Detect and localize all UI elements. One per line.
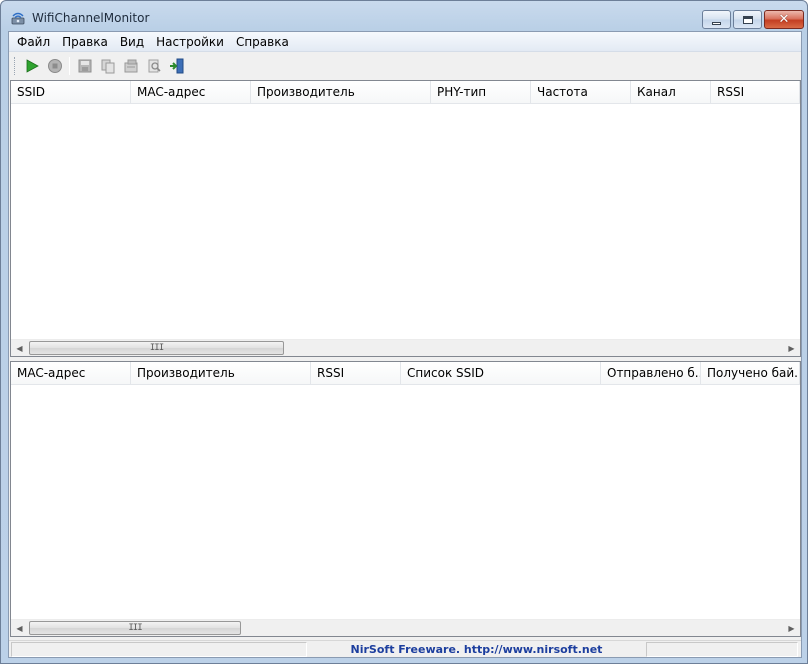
toolbar-grip[interactable] (14, 57, 17, 75)
exit-icon (169, 58, 183, 74)
scroll-thumb[interactable]: III (29, 621, 241, 635)
properties-button[interactable] (119, 55, 142, 77)
scroll-left-arrow-icon[interactable]: ◀ (11, 620, 28, 636)
toolbar-separator (69, 57, 70, 75)
exit-button[interactable] (165, 55, 188, 77)
status-cell (11, 642, 307, 657)
scroll-grip: III (149, 343, 164, 353)
save-icon (78, 59, 91, 73)
maximize-icon (742, 15, 753, 24)
status-bar: NirSoft Freeware. http://www.nirsoft.net (9, 640, 801, 657)
scroll-right-arrow-icon[interactable]: ▶ (783, 340, 800, 356)
toolbar (9, 53, 801, 79)
column-vendor[interactable]: Производитель (251, 81, 431, 103)
nirsoft-link[interactable]: NirSoft Freeware. http://www.nirsoft.net (309, 642, 644, 658)
window-title: WifiChannelMonitor (32, 11, 150, 25)
menu-options[interactable]: Настройки (150, 32, 230, 52)
menu-view[interactable]: Вид (114, 32, 150, 52)
stations-body[interactable] (11, 385, 800, 619)
stop-button[interactable] (43, 55, 66, 77)
column-mac[interactable]: MAC-адрес (11, 362, 131, 384)
column-bytes-sent[interactable]: Отправлено б... (601, 362, 701, 384)
access-points-list[interactable]: SSID MAC-адрес Производитель PHY-тип Час… (10, 80, 801, 357)
play-icon (26, 59, 39, 73)
start-button[interactable] (20, 55, 43, 77)
stations-list[interactable]: MAC-адрес Производитель RSSI Список SSID… (10, 361, 801, 637)
column-phy-type[interactable]: PHY-тип (431, 81, 531, 103)
column-rssi[interactable]: RSSI (311, 362, 401, 384)
scroll-grip: III (128, 623, 142, 633)
main-window: WifiChannelMonitor ✕ Файл Правка Вид Нас… (0, 0, 808, 664)
column-ssid-list[interactable]: Список SSID (401, 362, 601, 384)
minimize-button[interactable] (702, 10, 731, 29)
scroll-right-arrow-icon[interactable]: ▶ (783, 620, 800, 636)
column-frequency[interactable]: Частота (531, 81, 631, 103)
find-icon (148, 59, 161, 73)
scroll-thumb[interactable]: III (29, 341, 284, 355)
properties-icon (124, 59, 137, 73)
menu-file[interactable]: Файл (11, 32, 56, 52)
maximize-button[interactable] (733, 10, 762, 29)
stop-icon (47, 59, 62, 73)
access-points-body[interactable] (11, 104, 800, 339)
scroll-left-arrow-icon[interactable]: ◀ (11, 340, 28, 356)
copy-icon (101, 59, 114, 74)
column-mac[interactable]: MAC-адрес (131, 81, 251, 103)
close-icon: ✕ (778, 12, 790, 27)
title-bar[interactable]: WifiChannelMonitor ✕ (1, 1, 807, 31)
client-area: Файл Правка Вид Настройки Справка SSID M… (8, 31, 802, 658)
minimize-icon (712, 21, 721, 25)
horizontal-scrollbar[interactable]: ◀ III ▶ (11, 339, 800, 356)
column-ssid[interactable]: SSID (11, 81, 131, 103)
column-channel[interactable]: Канал (631, 81, 711, 103)
column-rssi[interactable]: RSSI (711, 81, 800, 103)
status-cell (646, 642, 798, 657)
menu-edit[interactable]: Правка (56, 32, 114, 52)
menu-help[interactable]: Справка (230, 32, 295, 52)
close-button[interactable]: ✕ (764, 10, 804, 29)
wifi-app-icon (10, 10, 26, 26)
column-vendor[interactable]: Производитель (131, 362, 311, 384)
save-button[interactable] (73, 55, 96, 77)
copy-button[interactable] (96, 55, 119, 77)
horizontal-scrollbar[interactable]: ◀ III ▶ (11, 619, 800, 636)
column-bytes-received[interactable]: Получено бай... (701, 362, 800, 384)
find-button[interactable] (142, 55, 165, 77)
menu-bar: Файл Правка Вид Настройки Справка (9, 32, 801, 52)
access-points-header: SSID MAC-адрес Производитель PHY-тип Час… (11, 81, 800, 104)
stations-header: MAC-адрес Производитель RSSI Список SSID… (11, 362, 800, 385)
